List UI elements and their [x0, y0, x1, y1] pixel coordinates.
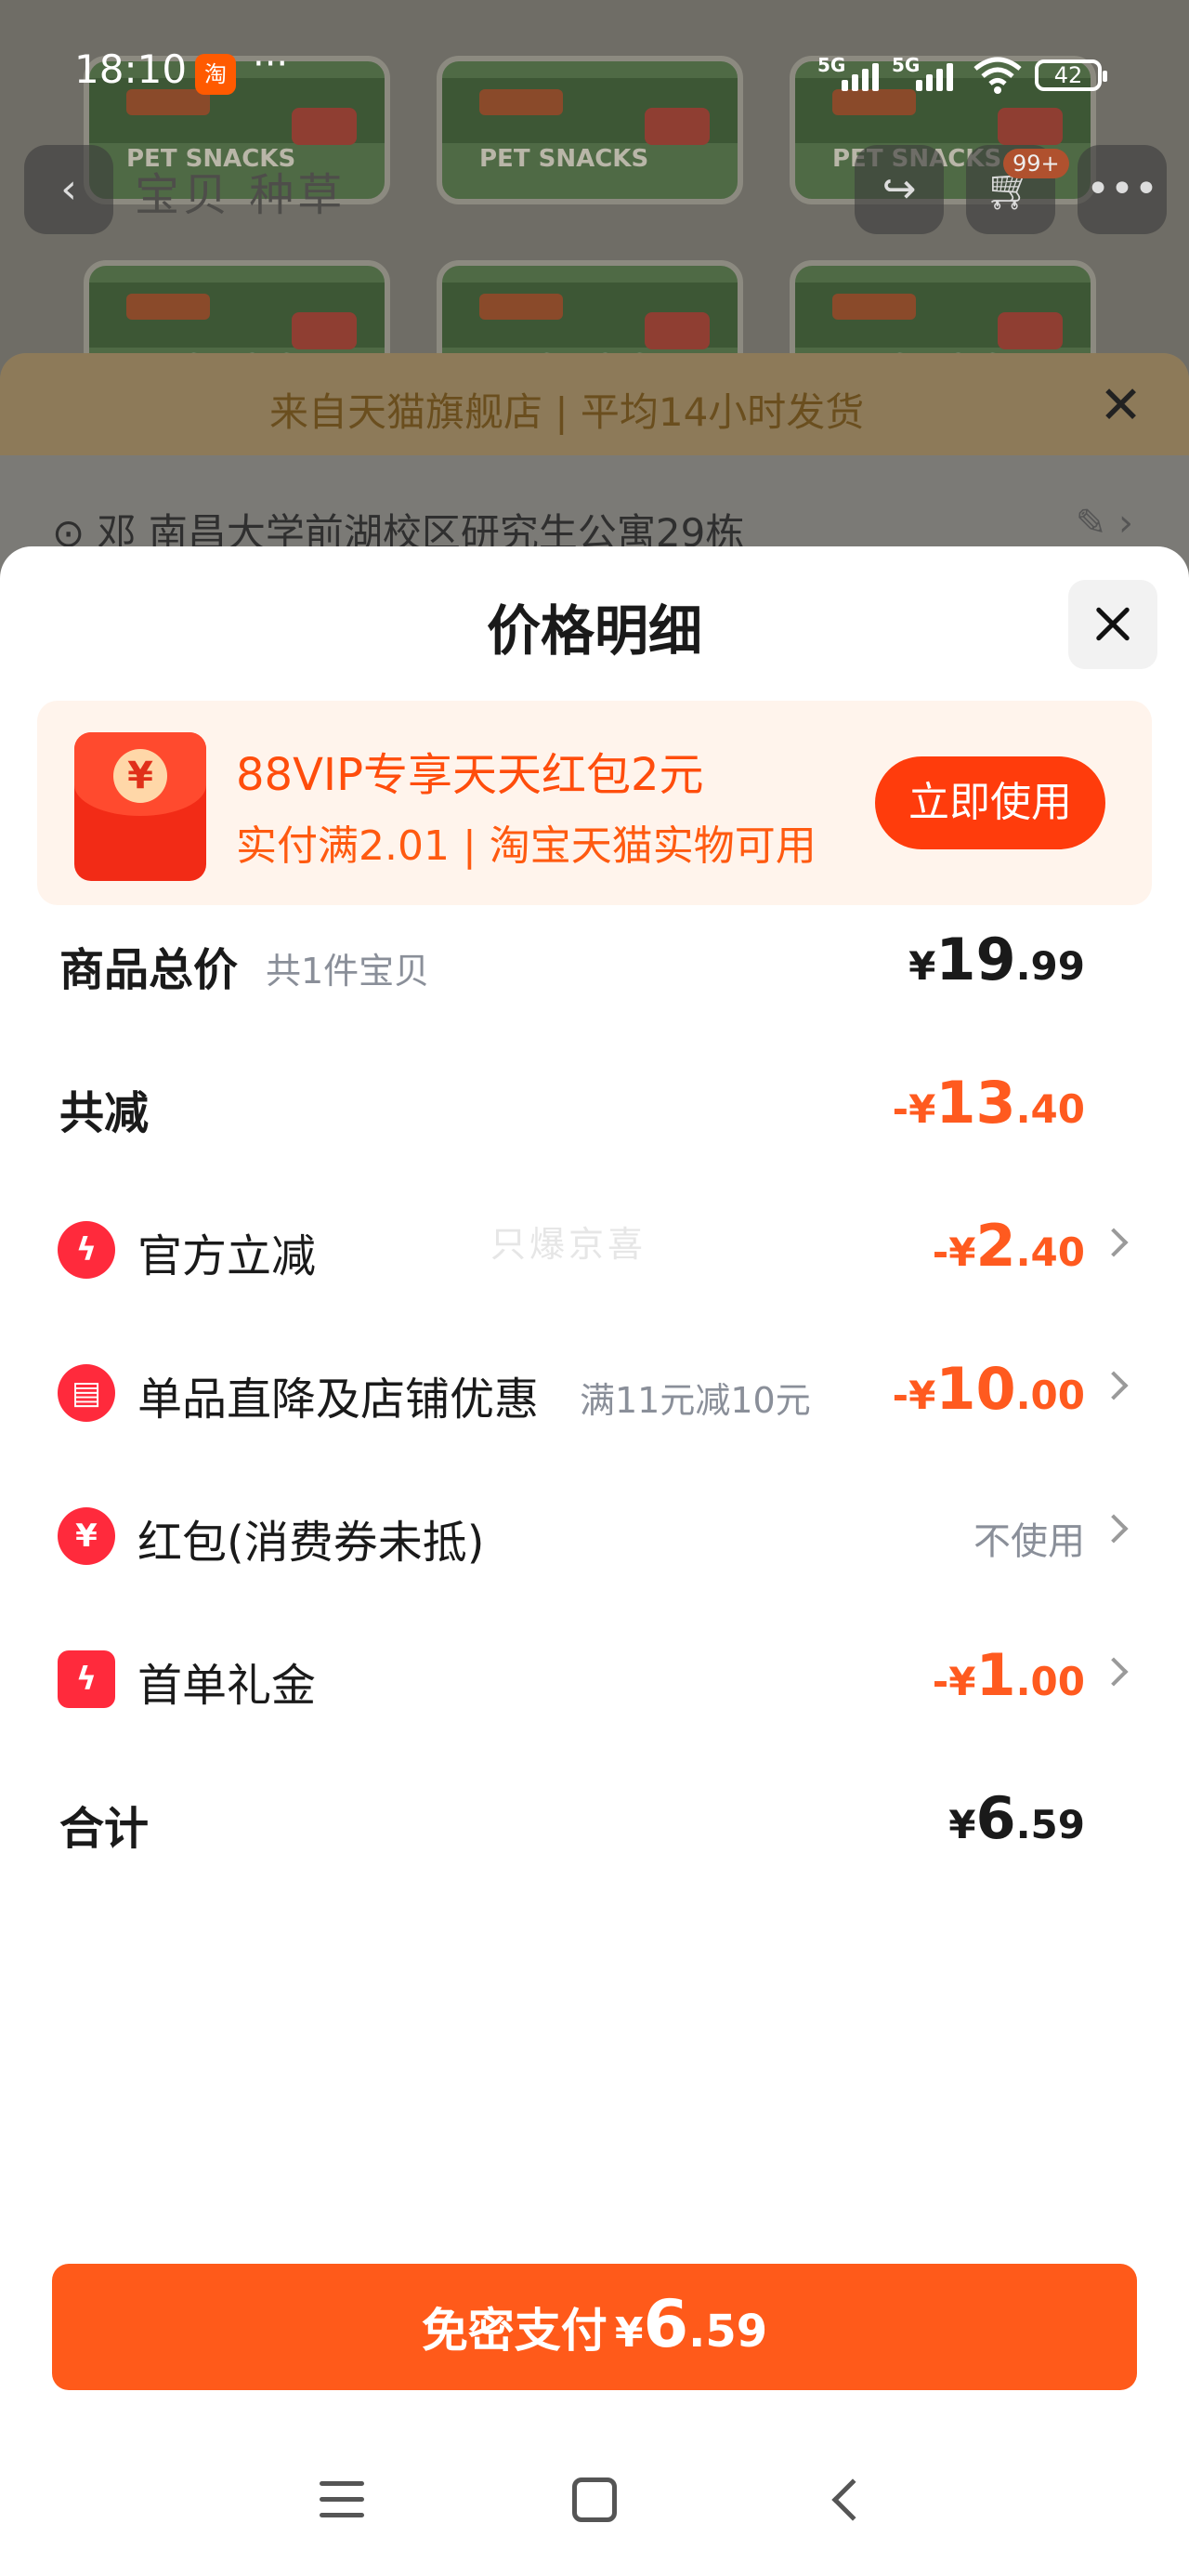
chevron-right-icon [1099, 1514, 1129, 1544]
item-count-note: 共1件宝贝 [266, 951, 430, 992]
price-value: ¥19.99 [908, 926, 1085, 993]
taobao-notification-icon: 淘 [195, 54, 236, 95]
promo-title: 88VIP专享天天红包2元 [236, 749, 704, 801]
row-label: 红包(消费券未抵) [137, 1517, 485, 1569]
discount-value: -¥2.40 [932, 1212, 1085, 1280]
row-sum: 合计 ¥6.59 [0, 1769, 1189, 1872]
row-label: 共减 [59, 1087, 150, 1139]
chevron-right-icon [1099, 1371, 1129, 1400]
row-red-packet[interactable]: ¥ 红包(消费券未抵) 不使用 [0, 1483, 1189, 1585]
chevron-right-icon [1099, 1657, 1129, 1687]
status-time: 18:10 [74, 46, 188, 92]
red-packet-small-icon: ¥ [58, 1507, 115, 1565]
more-icon: ••• [1078, 145, 1167, 234]
wifi-icon [973, 57, 1022, 94]
share-icon: ↪ [855, 145, 944, 234]
background-tabs: 宝贝 种草 [135, 169, 346, 221]
recent-apps-icon[interactable] [320, 2481, 364, 2518]
back-arrow-icon: ‹ [24, 145, 113, 234]
password-free-pay-button[interactable]: 免密支付 ¥6.59 [52, 2264, 1137, 2390]
row-total-goods: 商品总价 共1件宝贝 ¥19.99 [0, 911, 1189, 1013]
discount-value: -¥1.00 [932, 1641, 1085, 1709]
lightning-icon: ϟ [58, 1221, 115, 1279]
watermark: 只爆京喜 [490, 1224, 647, 1265]
close-icon: ✕ [1099, 375, 1143, 436]
edit-icon: ✎ › [1075, 502, 1133, 545]
sheet-title: 价格明细 [486, 599, 702, 663]
close-button[interactable] [1068, 580, 1157, 669]
row-total-discount: 共减 -¥13.40 [0, 1054, 1189, 1156]
sum-value: ¥6.59 [948, 1784, 1085, 1852]
row-label: 首单礼金 [137, 1660, 317, 1712]
row-label: 官方立减 [137, 1230, 317, 1282]
row-label: 单品直降及店铺优惠 [137, 1373, 540, 1426]
use-now-button[interactable]: 立即使用 [875, 756, 1105, 849]
price-detail-sheet: 价格明细 ¥ 88VIP专享天天红包2元 实付满2.01 | 淘宝天猫实物可用 … [0, 546, 1189, 2576]
signal-icon [916, 58, 962, 91]
chevron-right-icon [1099, 1228, 1129, 1257]
row-label: 商品总价 [59, 944, 239, 996]
row-label: 合计 [59, 1803, 150, 1855]
discount-value: -¥10.00 [892, 1355, 1085, 1423]
signal-icon [842, 58, 888, 91]
system-navigation-bar [0, 2433, 1189, 2572]
background-nav-bar: ‹ 宝贝 种草 ↪ 🛒︎ 99+ ••• [0, 139, 1189, 242]
vip-redpacket-banner: ¥ 88VIP专享天天红包2元 实付满2.01 | 淘宝天猫实物可用 立即使用 [37, 701, 1152, 905]
shipping-banner: 来自天猫旗舰店 | 平均14小时发货 ✕ [0, 353, 1189, 455]
status-bar: 18:10 淘 ··· 5G 5G 42 [0, 0, 1189, 139]
battery-icon: 42 [1035, 59, 1107, 91]
promo-subtitle: 实付满2.01 | 淘宝天猫实物可用 [236, 822, 817, 870]
store-discount-rule: 满11元减10元 [580, 1380, 811, 1421]
gift-lightning-icon: ϟ [58, 1650, 115, 1708]
row-first-order-gift[interactable]: ϟ 首单礼金 -¥1.00 [0, 1626, 1189, 1728]
red-packet-icon: ¥ [74, 732, 206, 881]
back-icon[interactable] [831, 2478, 874, 2521]
row-store-discount[interactable]: ▤ 单品直降及店铺优惠 满11元减10元 -¥10.00 [0, 1340, 1189, 1442]
discount-value: -¥13.40 [892, 1069, 1085, 1137]
store-icon: ▤ [58, 1364, 115, 1422]
shipping-notice: 来自天猫旗舰店 | 平均14小时发货 [269, 389, 865, 435]
more-notifications-icon: ··· [253, 43, 289, 85]
cart-badge: 99+ [1003, 149, 1069, 178]
home-icon[interactable] [572, 2477, 617, 2522]
red-packet-status: 不使用 [973, 1520, 1085, 1563]
